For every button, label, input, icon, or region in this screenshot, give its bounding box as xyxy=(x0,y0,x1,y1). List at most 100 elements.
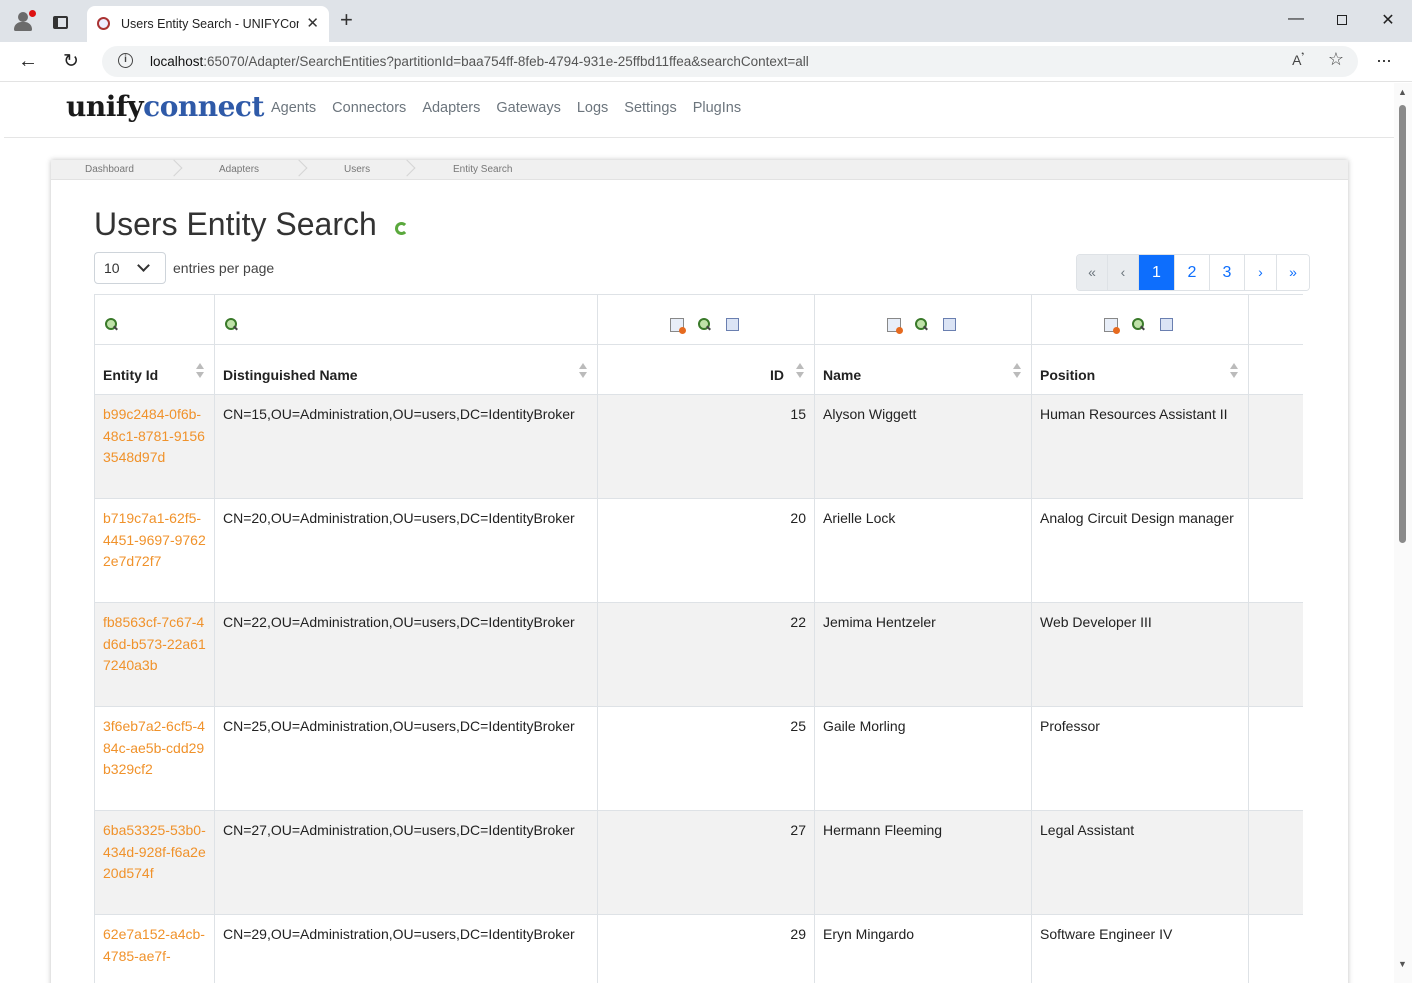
nav-connectors[interactable]: Connectors xyxy=(332,100,406,116)
breadcrumb-entity-search: Entity Search xyxy=(453,164,513,175)
column-header-extra xyxy=(1248,344,1303,395)
filter-cell-dn xyxy=(214,294,598,345)
copy-column-icon[interactable] xyxy=(940,315,956,331)
edit-column-icon[interactable] xyxy=(887,318,903,334)
filter-cell-id xyxy=(597,294,815,345)
profile-icon[interactable] xyxy=(12,10,36,32)
window-maximize-button[interactable] xyxy=(1327,10,1357,30)
breadcrumb-adapters[interactable]: Adapters xyxy=(219,164,259,175)
filter-search-icon[interactable] xyxy=(915,318,928,331)
logo-text-unify: unify xyxy=(66,90,144,123)
column-header-label: Position xyxy=(1040,367,1096,383)
filter-cell-extra xyxy=(1248,294,1303,345)
copy-column-icon[interactable] xyxy=(723,315,739,331)
extra-cell xyxy=(1248,810,1303,915)
nav-agents[interactable]: Agents xyxy=(271,100,316,116)
browser-tab[interactable]: Users Entity Search - UNIFYConnect ✕ xyxy=(87,6,329,42)
column-header-id[interactable]: ID xyxy=(597,344,815,395)
extra-cell xyxy=(1248,394,1303,499)
reload-icon[interactable]: ↻ xyxy=(63,50,79,73)
column-header-name[interactable]: Name xyxy=(814,344,1032,395)
table-row: 3f6eb7a2-6cf5-484c-ae5b-cdd29b329cf2 CN=… xyxy=(94,706,1303,811)
pagination-page-3[interactable]: 3 xyxy=(1210,255,1245,290)
position-cell: Web Developer III xyxy=(1031,602,1249,707)
entity-id-link[interactable]: b99c2484-0f6b-48c1-8781-91563548d97d xyxy=(94,394,215,499)
entity-id-link[interactable]: fb8563cf-7c67-4d6d-b573-22a617240a3b xyxy=(94,602,215,707)
pagination-last[interactable]: » xyxy=(1277,255,1309,290)
entity-table-container: Entity Id Distinguished Name ID Name Pos… xyxy=(94,294,1303,983)
pagination-next[interactable]: › xyxy=(1245,255,1277,290)
nav-plugins[interactable]: PlugIns xyxy=(693,100,741,116)
pagination-page-2[interactable]: 2 xyxy=(1175,255,1210,290)
edit-column-icon[interactable] xyxy=(1104,318,1120,334)
position-cell: Analog Circuit Design manager xyxy=(1031,498,1249,603)
pagination-page-1[interactable]: 1 xyxy=(1139,255,1175,290)
page-scrollbar[interactable]: ▲ ▼ xyxy=(1394,83,1412,983)
extra-cell xyxy=(1248,706,1303,811)
column-header-dn[interactable]: Distinguished Name xyxy=(214,344,598,395)
breadcrumb-dashboard[interactable]: Dashboard xyxy=(85,164,134,175)
entity-id-link[interactable]: 3f6eb7a2-6cf5-484c-ae5b-cdd29b329cf2 xyxy=(94,706,215,811)
site-info-icon[interactable]: i xyxy=(118,53,133,68)
column-header-position[interactable]: Position xyxy=(1031,344,1249,395)
app-navbar: unifyconnect Agents Connectors Adapters … xyxy=(4,83,1394,138)
filter-search-icon[interactable] xyxy=(1132,318,1145,331)
window-close-button[interactable]: ✕ xyxy=(1373,10,1403,30)
column-header-label: Distinguished Name xyxy=(223,367,358,383)
refresh-icon[interactable] xyxy=(395,222,408,235)
name-cell: Hermann Fleeming xyxy=(814,810,1032,915)
distinguished-name-cell: CN=25,OU=Administration,OU=users,DC=Iden… xyxy=(214,706,598,811)
pagination-prev[interactable]: ‹ xyxy=(1108,255,1139,290)
breadcrumb-separator xyxy=(168,160,178,180)
table-row: b99c2484-0f6b-48c1-8781-91563548d97d CN=… xyxy=(94,394,1303,499)
filter-search-icon[interactable] xyxy=(698,318,711,331)
column-header-entity-id[interactable]: Entity Id xyxy=(94,344,215,395)
page-size-value: 10 xyxy=(104,260,120,276)
tab-close-icon[interactable]: ✕ xyxy=(306,14,319,32)
content-card: Dashboard Adapters Users Entity Search U… xyxy=(51,160,1348,983)
position-cell: Professor xyxy=(1031,706,1249,811)
entity-id-link[interactable]: 6ba53325-53b0-434d-928f-f6a2e20d574f xyxy=(94,810,215,915)
window-minimize-button[interactable]: — xyxy=(1281,10,1311,28)
position-cell: Software Engineer IV xyxy=(1031,914,1249,983)
filter-search-icon[interactable] xyxy=(225,318,238,331)
table-body: b99c2484-0f6b-48c1-8781-91563548d97d CN=… xyxy=(94,394,1303,983)
browser-menu-icon[interactable]: ··· xyxy=(1376,50,1392,71)
sort-icon[interactable] xyxy=(1013,363,1021,379)
nav-logs[interactable]: Logs xyxy=(577,100,608,116)
sort-icon[interactable] xyxy=(579,363,587,379)
new-tab-button[interactable]: + xyxy=(340,9,353,31)
pagination-first[interactable]: « xyxy=(1077,255,1108,290)
entity-id-link[interactable]: 62e7a152-a4cb-4785-ae7f- xyxy=(94,914,215,983)
breadcrumb-users[interactable]: Users xyxy=(344,164,370,175)
tab-actions-icon[interactable] xyxy=(53,16,68,29)
favorite-star-icon[interactable]: ☆ xyxy=(1328,49,1344,70)
column-header-label: Name xyxy=(823,367,862,383)
name-cell: Arielle Lock xyxy=(814,498,1032,603)
back-arrow-icon[interactable]: ← xyxy=(18,50,38,73)
url-text[interactable]: localhost:65070/Adapter/SearchEntities?p… xyxy=(150,54,809,69)
page-size-select[interactable]: 10 xyxy=(94,252,166,284)
edit-column-icon[interactable] xyxy=(670,318,686,334)
scrollbar-thumb[interactable] xyxy=(1399,105,1406,543)
address-bar[interactable]: i localhost:65070/Adapter/SearchEntities… xyxy=(102,46,1358,77)
copy-column-icon[interactable] xyxy=(1157,315,1173,331)
scroll-up-icon[interactable]: ▲ xyxy=(1398,87,1407,97)
browser-toolbar: ← ↻ i localhost:65070/Adapter/SearchEnti… xyxy=(0,42,1412,82)
entity-id-link[interactable]: b719c7a1-62f5-4451-9697-97622e7d72f7 xyxy=(94,498,215,603)
extra-cell xyxy=(1248,602,1303,707)
column-header-label: ID xyxy=(770,367,784,383)
sort-icon[interactable] xyxy=(796,363,804,379)
unifyconnect-logo[interactable]: unifyconnect xyxy=(66,90,264,123)
filter-search-icon[interactable] xyxy=(105,318,118,331)
nav-settings[interactable]: Settings xyxy=(624,100,676,116)
read-aloud-icon[interactable]: A𝄒 xyxy=(1292,52,1304,69)
nav-gateways[interactable]: Gateways xyxy=(496,100,560,116)
column-header-label: Entity Id xyxy=(103,367,159,383)
nav-adapters[interactable]: Adapters xyxy=(422,100,480,116)
id-cell: 15 xyxy=(597,394,815,499)
filter-cell-entity-id xyxy=(94,294,215,345)
scroll-down-icon[interactable]: ▼ xyxy=(1398,959,1407,969)
sort-icon[interactable] xyxy=(1230,363,1238,379)
sort-icon[interactable] xyxy=(196,363,204,379)
